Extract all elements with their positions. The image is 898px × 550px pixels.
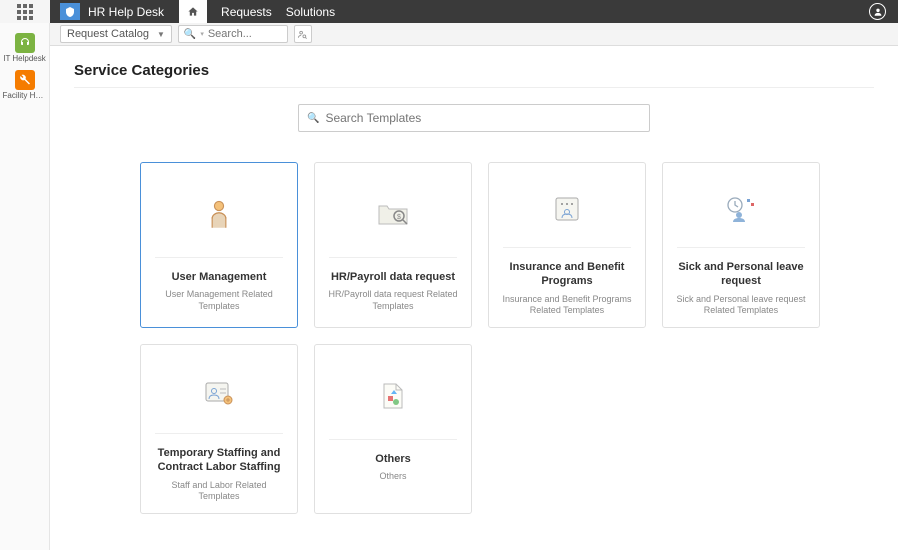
- service-category-grid: User Management User Management Related …: [140, 162, 874, 514]
- card-desc: Others: [375, 471, 410, 483]
- toolbar-search-input[interactable]: [208, 28, 282, 40]
- card-desc: HR/Payroll data request Related Template…: [323, 289, 463, 312]
- rail-label: IT Helpdesk: [3, 55, 47, 64]
- card-title: Others: [371, 452, 414, 466]
- staffing-icon: [204, 367, 234, 419]
- home-icon: [187, 6, 199, 17]
- card-temp-staffing[interactable]: Temporary Staffing and Contract Labor St…: [140, 344, 298, 514]
- search-templates-input[interactable]: [325, 111, 641, 125]
- chevron-down-icon: ▼: [157, 30, 165, 39]
- dropdown-label: Request Catalog: [67, 28, 149, 40]
- others-icon: [381, 367, 405, 425]
- card-desc: Insurance and Benefit Programs Related T…: [497, 294, 637, 317]
- card-desc: Sick and Personal leave request Related …: [671, 294, 811, 317]
- apps-launcher-button[interactable]: [0, 0, 50, 23]
- toolbar-search[interactable]: 🔍 ▾: [178, 25, 288, 43]
- app-logo-icon: [60, 3, 80, 20]
- card-title: Sick and Personal leave request: [671, 260, 811, 289]
- nav-requests[interactable]: Requests: [221, 5, 272, 19]
- payroll-data-icon: $: [377, 185, 409, 243]
- card-title: Insurance and Benefit Programs: [497, 260, 637, 289]
- facility-help-icon: [15, 70, 35, 90]
- search-icon: 🔍: [307, 113, 319, 124]
- user-icon: [873, 7, 883, 17]
- card-others[interactable]: Others Others: [314, 344, 472, 514]
- sick-leave-icon: [725, 185, 757, 233]
- app-title: HR Help Desk: [88, 5, 164, 19]
- rail-item-facility-help[interactable]: Facility Help..: [3, 68, 47, 103]
- card-user-management[interactable]: User Management User Management Related …: [140, 162, 298, 328]
- card-desc: User Management Related Templates: [149, 289, 289, 312]
- insurance-icon: [554, 185, 580, 233]
- apps-grid-icon: [17, 4, 33, 20]
- card-desc: Staff and Labor Related Templates: [149, 480, 289, 503]
- user-management-icon: [205, 185, 233, 243]
- it-helpdesk-icon: [15, 33, 35, 53]
- main-content: Service Categories 🔍 User Management Use…: [50, 46, 898, 530]
- card-title: User Management: [168, 270, 271, 284]
- card-sick-leave[interactable]: Sick and Personal leave request Sick and…: [662, 162, 820, 328]
- rail-item-it-helpdesk[interactable]: IT Helpdesk: [3, 31, 47, 66]
- card-insurance-benefits[interactable]: Insurance and Benefit Programs Insurance…: [488, 162, 646, 328]
- search-templates[interactable]: 🔍: [298, 104, 650, 132]
- page-title: Service Categories: [74, 62, 874, 88]
- request-catalog-dropdown[interactable]: Request Catalog ▼: [60, 25, 172, 43]
- search-icon: 🔍: [184, 29, 196, 40]
- user-search-icon: [297, 29, 308, 40]
- home-tab[interactable]: [179, 0, 207, 23]
- chevron-down-icon: ▾: [200, 30, 204, 38]
- top-bar: HR Help Desk Requests Solutions: [0, 0, 898, 23]
- svg-text:$: $: [397, 214, 401, 221]
- sub-toolbar: Request Catalog ▼ 🔍 ▾: [0, 23, 898, 46]
- rail-label: Facility Help..: [3, 92, 47, 101]
- card-title: Temporary Staffing and Contract Labor St…: [149, 446, 289, 475]
- nav-solutions[interactable]: Solutions: [286, 5, 335, 19]
- card-hr-payroll[interactable]: $ HR/Payroll data request HR/Payroll dat…: [314, 162, 472, 328]
- left-rail: IT Helpdesk Facility Help..: [0, 23, 50, 550]
- user-avatar-button[interactable]: [869, 3, 886, 20]
- search-options-button[interactable]: [294, 25, 312, 43]
- card-title: HR/Payroll data request: [327, 270, 459, 284]
